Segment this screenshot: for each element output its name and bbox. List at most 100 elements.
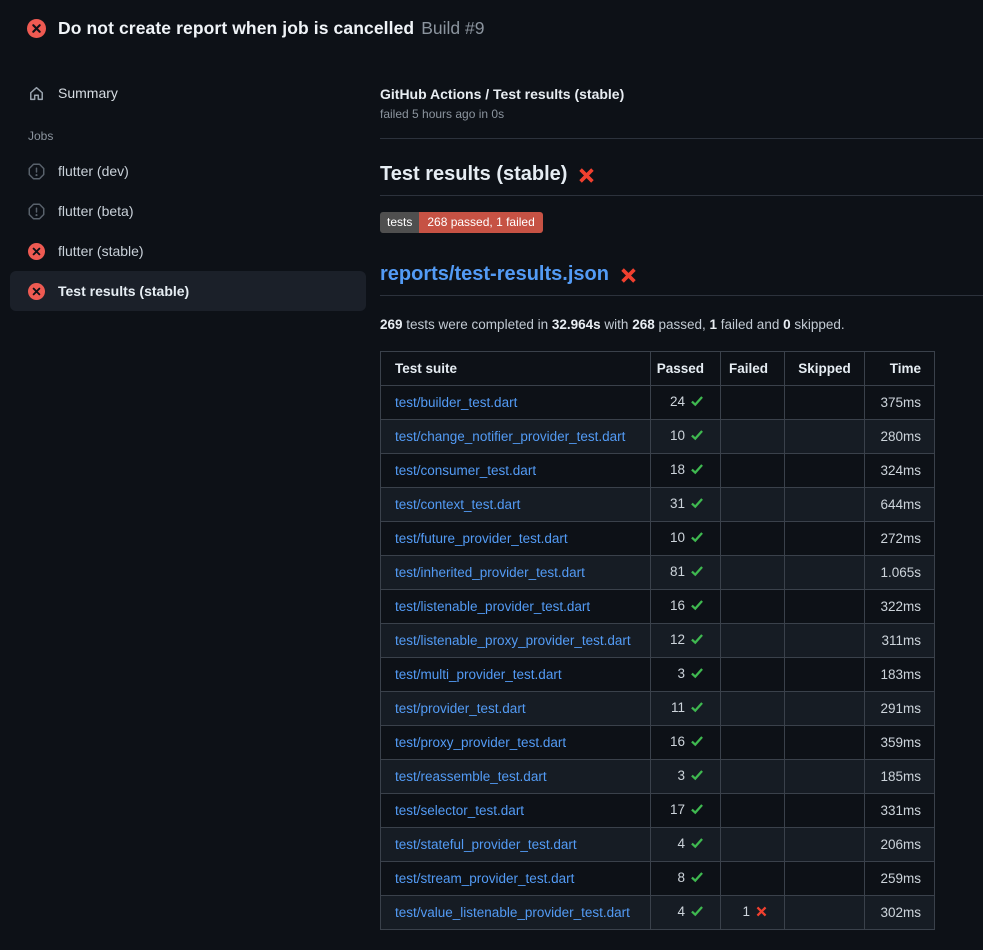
sidebar-item-label: flutter (dev): [58, 163, 129, 179]
x-icon: [755, 905, 768, 921]
table-row: test/listenable_provider_test.dart16322m…: [381, 590, 935, 624]
total-count: 269: [380, 317, 403, 332]
check-icon: [690, 428, 704, 445]
check-icon: [690, 734, 704, 751]
failed-x-icon: [619, 266, 638, 285]
time-cell: 644ms: [865, 488, 935, 522]
table-row: test/provider_test.dart 11 291ms: [381, 692, 935, 726]
build-number: Build #9: [421, 18, 484, 39]
failed-value: 1: [742, 904, 750, 919]
time-cell: 259ms: [865, 862, 935, 896]
time-cell: 324ms: [865, 454, 935, 488]
check-icon: [690, 496, 704, 513]
test-suite-link[interactable]: test/value_listenable_provider_test.dart: [395, 905, 630, 920]
test-suite-link[interactable]: test/context_test.dart: [395, 497, 520, 512]
sidebar-item-job[interactable]: flutter (beta): [10, 191, 366, 231]
test-suite-link[interactable]: test/builder_test.dart: [395, 395, 517, 410]
check-icon: [690, 836, 704, 853]
time-cell: 359ms: [865, 726, 935, 760]
time-cell: 185ms: [865, 760, 935, 794]
col-header-time: Time: [865, 352, 935, 386]
time-cell: 291ms: [865, 692, 935, 726]
passed-cell: 10: [651, 420, 721, 454]
sidebar-item-label: Test results (stable): [58, 283, 189, 299]
passed-value: 4: [677, 904, 685, 919]
skipped-cell: [785, 590, 865, 624]
failed-cell: [721, 386, 785, 420]
time-cell: 280ms: [865, 420, 935, 454]
failed-cell: [721, 726, 785, 760]
passed-value: 10: [670, 428, 685, 443]
test-suite-link[interactable]: test/selector_test.dart: [395, 803, 524, 818]
test-suite-link[interactable]: test/change_notifier_provider_test.dart: [395, 429, 625, 444]
passed-cell: 12: [651, 624, 721, 658]
test-suite-link[interactable]: test/listenable_proxy_provider_test.dart: [395, 633, 631, 648]
tests-badge: tests 268 passed, 1 failed: [380, 212, 543, 233]
test-suite-link[interactable]: test/stream_provider_test.dart: [395, 871, 574, 886]
passed-cell: 3: [651, 760, 721, 794]
passed-value: 24: [670, 394, 685, 409]
failed-cell: [721, 420, 785, 454]
sidebar-item-label: flutter (beta): [58, 203, 133, 219]
passed-cell: 81: [651, 556, 721, 590]
divider: [380, 138, 983, 139]
table-row: test/value_listenable_provider_test.dart…: [381, 896, 935, 930]
check-icon: [690, 598, 704, 615]
check-icon: [690, 632, 704, 649]
skipped-cell: [785, 386, 865, 420]
failed-cell: [721, 624, 785, 658]
table-row: test/reassemble_test.dart 3 185ms: [381, 760, 935, 794]
test-suite-link[interactable]: test/multi_provider_test.dart: [395, 667, 562, 682]
col-header-failed: Failed: [721, 352, 785, 386]
test-suite-link[interactable]: test/inherited_provider_test.dart: [395, 565, 585, 580]
table-row: test/selector_test.dart17331ms: [381, 794, 935, 828]
check-icon: [690, 700, 704, 717]
time-cell: 322ms: [865, 590, 935, 624]
time-cell: 302ms: [865, 896, 935, 930]
report-file-link[interactable]: reports/test-results.json: [380, 263, 609, 286]
test-suite-link[interactable]: test/listenable_provider_test.dart: [395, 599, 590, 614]
failed-cell: 1: [721, 896, 785, 930]
test-suite-link[interactable]: test/future_provider_test.dart: [395, 531, 568, 546]
test-suite-link[interactable]: test/provider_test.dart: [395, 701, 526, 716]
section-title: Test results (stable): [380, 163, 567, 186]
test-results-table: Test suite Passed Failed Skipped Time te…: [380, 351, 935, 930]
check-icon: [690, 904, 704, 921]
passed-value: 11: [671, 700, 685, 715]
test-suite-link[interactable]: test/stateful_provider_test.dart: [395, 837, 577, 852]
passed-cell: 4: [651, 828, 721, 862]
main-panel: GitHub Actions / Test results (stable) f…: [380, 56, 983, 930]
failed-cell: [721, 692, 785, 726]
failed-cell: [721, 862, 785, 896]
sidebar-item-job[interactable]: flutter (stable): [10, 231, 366, 271]
sidebar-item-summary[interactable]: Summary: [10, 73, 366, 113]
sidebar-item-job[interactable]: flutter (dev): [10, 151, 366, 191]
jobs-section-label: Jobs: [28, 129, 366, 143]
passed-count: 268: [632, 317, 655, 332]
sidebar-item-job[interactable]: Test results (stable): [10, 271, 366, 311]
failed-x-icon: [577, 166, 596, 185]
test-suite-link[interactable]: test/reassemble_test.dart: [395, 769, 547, 784]
passed-cell: 11: [651, 692, 721, 726]
test-suite-link[interactable]: test/consumer_test.dart: [395, 463, 536, 478]
passed-cell: 24: [651, 386, 721, 420]
table-row: test/inherited_provider_test.dart811.065…: [381, 556, 935, 590]
run-title: Do not create report when job is cancell…: [58, 18, 414, 39]
skipped-count: 0: [783, 317, 791, 332]
failed-cell: [721, 522, 785, 556]
passed-value: 3: [677, 768, 685, 783]
col-header-passed: Passed: [651, 352, 721, 386]
skipped-cell: [785, 692, 865, 726]
table-row: test/change_notifier_provider_test.dart 1…: [381, 420, 935, 454]
x-circle-icon: [28, 283, 45, 300]
skipped-cell: [785, 488, 865, 522]
time-cell: 311ms: [865, 624, 935, 658]
skipped-cell: [785, 862, 865, 896]
test-suite-link[interactable]: test/proxy_provider_test.dart: [395, 735, 566, 750]
skipped-cell: [785, 828, 865, 862]
time-cell: 206ms: [865, 828, 935, 862]
table-row: test/context_test.dart31644ms: [381, 488, 935, 522]
skipped-cell: [785, 420, 865, 454]
skipped-cell: [785, 658, 865, 692]
passed-cell: 16: [651, 726, 721, 760]
